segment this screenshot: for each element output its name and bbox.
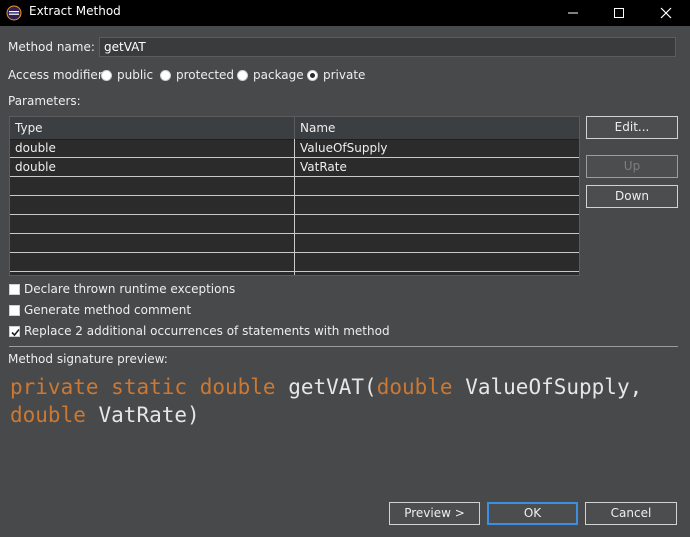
param-name-cell: ValueOfSupply [300, 141, 388, 155]
close-icon [660, 7, 672, 19]
method-name-input[interactable] [99, 37, 676, 57]
generate-comment-checkbox[interactable] [9, 305, 20, 316]
param-type-cell: double [15, 141, 56, 155]
radio-package-label[interactable]: package [253, 68, 304, 82]
cancel-button[interactable]: Cancel [585, 502, 677, 525]
eclipse-icon [6, 5, 22, 21]
close-button[interactable] [643, 0, 689, 26]
radio-public[interactable] [101, 70, 112, 81]
method-name-label: Method name: [8, 40, 95, 54]
preview-button[interactable]: Preview > [389, 502, 480, 525]
down-button[interactable]: Down [586, 185, 678, 208]
radio-protected-label[interactable]: protected [176, 68, 234, 82]
access-modifier-label: Access modifier: [8, 68, 107, 82]
minimize-button[interactable] [550, 0, 596, 26]
checkmark-icon [11, 328, 20, 337]
declare-exceptions-label[interactable]: Declare thrown runtime exceptions [24, 282, 235, 296]
column-header-type[interactable]: Type [15, 121, 43, 135]
radio-private[interactable] [307, 70, 318, 81]
title-bar: Extract Method [0, 0, 690, 26]
signature-keyword: static [111, 375, 188, 399]
table-header: Type Name [10, 117, 579, 140]
radio-public-label[interactable]: public [117, 68, 153, 82]
replace-occurrences-checkbox[interactable] [9, 326, 20, 337]
edit-button[interactable]: Edit... [586, 116, 678, 139]
signature-param-name: VatRate) [98, 403, 200, 427]
signature-return-type: double [199, 375, 276, 399]
signature-method-name: getVAT( [288, 375, 377, 399]
ok-button[interactable]: OK [487, 502, 578, 525]
parameters-label: Parameters: [8, 94, 81, 108]
declare-exceptions-checkbox[interactable] [9, 284, 20, 295]
signature-param-type: double [10, 403, 86, 427]
signature-line-2: double VatRate) [10, 401, 675, 429]
column-divider[interactable] [294, 117, 295, 139]
signature-line-1: private static double getVAT(double Valu… [10, 373, 675, 401]
up-button[interactable]: Up [586, 155, 678, 178]
signature-param-type: double [376, 375, 453, 399]
column-header-name[interactable]: Name [300, 121, 335, 135]
signature-keyword: private [10, 375, 99, 399]
signature-preview: private static double getVAT(double Valu… [10, 373, 675, 429]
signature-preview-label: Method signature preview: [8, 352, 168, 366]
column-separator [294, 139, 295, 275]
minimize-icon [568, 12, 578, 14]
radio-protected[interactable] [160, 70, 171, 81]
window-title: Extract Method [29, 4, 121, 18]
param-type-cell: double [15, 160, 56, 174]
radio-private-label[interactable]: private [323, 68, 365, 82]
generate-comment-label[interactable]: Generate method comment [24, 303, 191, 317]
param-name-cell: VatRate [300, 160, 347, 174]
maximize-button[interactable] [596, 0, 642, 26]
replace-occurrences-label[interactable]: Replace 2 additional occurrences of stat… [24, 324, 390, 338]
maximize-icon [614, 8, 624, 18]
signature-param-name: ValueOfSupply, [465, 375, 643, 399]
separator [9, 346, 678, 347]
radio-package[interactable] [237, 70, 248, 81]
parameters-table[interactable]: Type Name double ValueOfSupply double Va… [9, 116, 580, 276]
